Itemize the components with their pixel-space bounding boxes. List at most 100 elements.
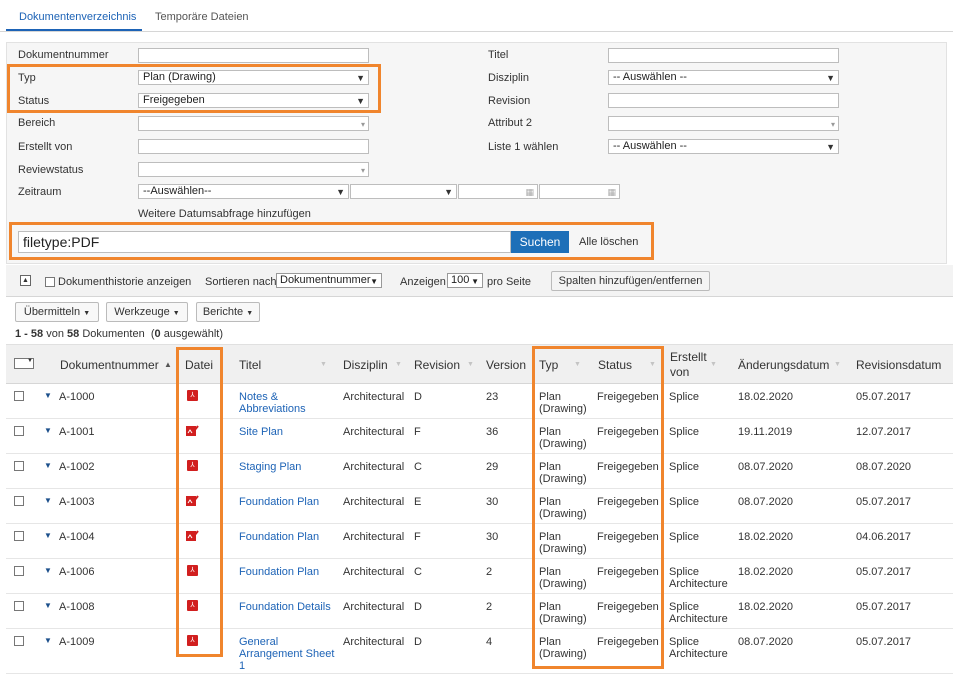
header-status[interactable]: Status bbox=[598, 358, 632, 372]
row-checkbox[interactable] bbox=[14, 566, 24, 576]
reviewstatus-select[interactable]: ▾ bbox=[138, 162, 369, 177]
disziplin-select[interactable]: -- Auswählen -- ▼ bbox=[608, 70, 839, 85]
sort-select[interactable]: Dokumentnummer ▼ bbox=[276, 273, 382, 288]
tab-temporaere-dateien[interactable]: Temporäre Dateien bbox=[155, 11, 249, 23]
calendar-icon[interactable]: ▦ bbox=[525, 186, 534, 199]
bereich-select[interactable]: ▾ bbox=[138, 116, 369, 131]
revision-input[interactable] bbox=[608, 93, 839, 108]
table-row[interactable]: ▼ A-1000 ⅄ Notes & Abbreviations Architectura… bbox=[6, 384, 953, 419]
pdf-icon[interactable]: ⅄ bbox=[187, 635, 198, 646]
caret-down-icon[interactable]: ▼ bbox=[44, 531, 52, 540]
title-link[interactable]: General bbox=[239, 636, 278, 648]
table-row[interactable]: ▼ A-1004 Foundation Plan Architectural F 30 Pl… bbox=[6, 524, 953, 559]
title-link[interactable]: Foundation Plan bbox=[239, 496, 319, 508]
status-select[interactable]: Freigegeben ▼ bbox=[138, 93, 369, 108]
caret-down-icon[interactable]: ▼ bbox=[44, 391, 52, 400]
pdf-edit-icon[interactable] bbox=[186, 425, 199, 437]
zeitraum-select[interactable]: --Auswählen-- ▼ bbox=[138, 184, 349, 199]
revision: F bbox=[414, 426, 421, 438]
title-link[interactable]: Staging Plan bbox=[239, 461, 301, 473]
reviewstatus-label: Reviewstatus bbox=[18, 164, 84, 176]
history-checkbox[interactable] bbox=[45, 277, 55, 287]
caret-down-icon[interactable]: ▼ bbox=[44, 636, 52, 645]
calendar-icon[interactable]: ▦ bbox=[607, 186, 616, 199]
sort-label: Sortieren nach bbox=[205, 276, 277, 288]
title-link[interactable]: Notes & bbox=[239, 391, 278, 403]
erstellt-von-label: Erstellt von bbox=[18, 141, 73, 153]
tools-button[interactable]: Werkzeuge ▼ bbox=[106, 302, 188, 322]
row-checkbox[interactable] bbox=[14, 496, 24, 506]
header-typ[interactable]: Typ bbox=[539, 358, 558, 372]
pdf-icon[interactable]: ⅄ bbox=[187, 390, 198, 401]
columns-button[interactable]: Spalten hinzufügen/entfernen bbox=[551, 271, 710, 291]
clear-all-link[interactable]: Alle löschen bbox=[579, 236, 638, 248]
caret-down-icon[interactable]: ▼ bbox=[44, 461, 52, 470]
changed-date: 08.07.2020 bbox=[738, 496, 794, 508]
search-input[interactable]: filetype:PDF bbox=[18, 231, 511, 253]
select-all-checkbox[interactable]: ▼ bbox=[14, 358, 34, 369]
submit-button[interactable]: Übermitteln ▼ bbox=[15, 302, 99, 322]
row-checkbox[interactable] bbox=[14, 426, 24, 436]
disziplin-select-value: -- Auswählen -- bbox=[613, 71, 687, 83]
header-datei[interactable]: Datei bbox=[185, 358, 213, 372]
version: 36 bbox=[486, 426, 499, 438]
table-row[interactable]: ▼ A-1008 ⅄ Foundation Details Architectural D… bbox=[6, 594, 953, 629]
table-row[interactable]: ▼ A-1006 ⅄ Foundation Plan Architectural C 2 Pl… bbox=[6, 559, 953, 594]
liste1-select[interactable]: -- Auswählen -- ▼ bbox=[608, 139, 839, 154]
header-erstellt-line2[interactable]: von bbox=[670, 365, 689, 379]
discipline: Architectural bbox=[343, 601, 405, 613]
caret-down-icon[interactable]: ▼ bbox=[44, 496, 52, 505]
header-disziplin[interactable]: Disziplin bbox=[343, 358, 388, 372]
title-link-line2[interactable]: Arrangement Sheet bbox=[239, 648, 334, 660]
attribut2-select[interactable]: ▾ bbox=[608, 116, 839, 131]
zeitraum-range-select[interactable]: ▼ bbox=[350, 184, 457, 199]
page-size-select[interactable]: 100 ▼ bbox=[447, 273, 483, 288]
header-revision[interactable]: Revision bbox=[414, 358, 460, 372]
caret-down-icon[interactable]: ▼ bbox=[44, 601, 52, 610]
header-version[interactable]: Version bbox=[486, 358, 526, 372]
title-link[interactable]: Foundation Details bbox=[239, 601, 331, 613]
row-checkbox[interactable] bbox=[14, 391, 24, 401]
date-from-input[interactable]: ▦ bbox=[458, 184, 538, 199]
erstellt-von-input[interactable] bbox=[138, 139, 369, 154]
typ-select[interactable]: Plan (Drawing) ▼ bbox=[138, 70, 369, 85]
reports-button[interactable]: Berichte ▼ bbox=[196, 302, 260, 322]
caret-down-icon[interactable]: ▼ bbox=[44, 426, 52, 435]
title-link-line2[interactable]: Abbreviations bbox=[239, 403, 306, 415]
title-link[interactable]: Site Plan bbox=[239, 426, 283, 438]
caret-down-icon: ▼ bbox=[395, 361, 402, 368]
title-link[interactable]: Foundation Plan bbox=[239, 531, 319, 543]
title-link-line3[interactable]: 1 bbox=[239, 660, 245, 672]
pdf-edit-icon[interactable] bbox=[186, 495, 199, 507]
table-row[interactable]: ▼ A-1009 ⅄ General Arrangement Sheet 1 Archite… bbox=[6, 629, 953, 674]
header-aenderung[interactable]: Änderungsdatum bbox=[738, 358, 829, 372]
search-button[interactable]: Suchen bbox=[511, 231, 569, 253]
status: Freigegeben bbox=[597, 566, 659, 578]
pdf-icon[interactable]: ⅄ bbox=[187, 600, 198, 611]
header-titel[interactable]: Titel bbox=[239, 358, 261, 372]
row-checkbox[interactable] bbox=[14, 461, 24, 471]
header-revisionsdatum[interactable]: Revisionsdatum bbox=[856, 358, 941, 372]
title-link[interactable]: Foundation Plan bbox=[239, 566, 319, 578]
pdf-icon[interactable]: ⅄ bbox=[187, 460, 198, 471]
dokumentnummer-input[interactable] bbox=[138, 48, 369, 63]
tab-dokumentenverzeichnis[interactable]: Dokumentenverzeichnis bbox=[19, 11, 136, 23]
table-row[interactable]: ▼ A-1003 Foundation Plan Architectural E 30 Pl… bbox=[6, 489, 953, 524]
chevron-down-icon: ▼ bbox=[356, 73, 365, 83]
weitere-datumsabfrage-link[interactable]: Weitere Datumsabfrage hinzufügen bbox=[138, 208, 311, 220]
pdf-icon[interactable]: ⅄ bbox=[187, 565, 198, 576]
revision: D bbox=[414, 391, 422, 403]
date-to-input[interactable]: ▦ bbox=[539, 184, 620, 199]
header-erstellt-line1[interactable]: Erstellt bbox=[670, 350, 707, 364]
row-checkbox[interactable] bbox=[14, 636, 24, 646]
titel-input[interactable] bbox=[608, 48, 839, 63]
caret-down-icon[interactable]: ▼ bbox=[44, 566, 52, 575]
created-by: Splice bbox=[669, 461, 699, 473]
pdf-edit-icon[interactable] bbox=[186, 530, 199, 542]
row-checkbox[interactable] bbox=[14, 531, 24, 541]
row-checkbox[interactable] bbox=[14, 601, 24, 611]
header-docnum[interactable]: Dokumentnummer bbox=[60, 358, 159, 372]
collapse-filter-button[interactable]: ▲ bbox=[20, 275, 31, 286]
table-row[interactable]: ▼ A-1001 Site Plan Architectural F 36 Plan (Dra… bbox=[6, 419, 953, 454]
table-row[interactable]: ▼ A-1002 ⅄ Staging Plan Architectural C 29 Plan… bbox=[6, 454, 953, 489]
